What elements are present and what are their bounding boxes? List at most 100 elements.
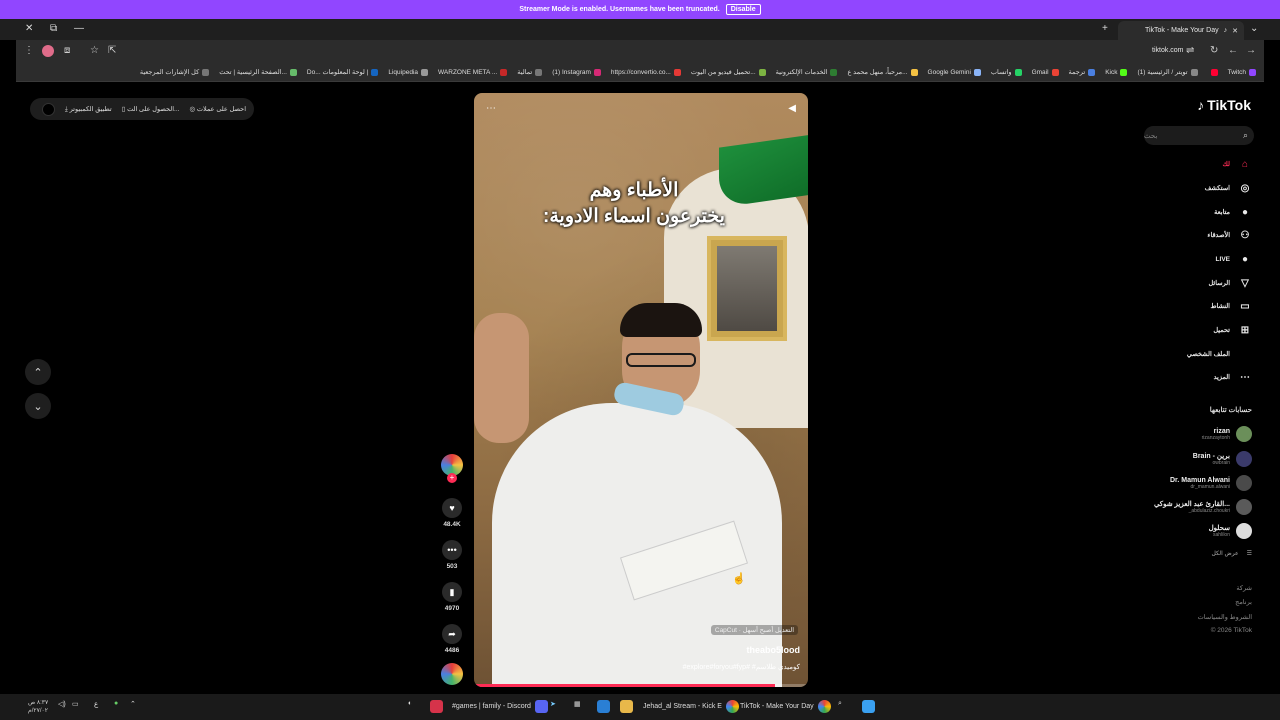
- chrome-icon: [725, 700, 739, 713]
- bookmark-item[interactable]: ترجمة: [1069, 68, 1096, 76]
- share-icon[interactable]: ⇱: [108, 45, 116, 56]
- comment-button[interactable]: ••• 503: [442, 540, 462, 570]
- sidebar-item-3[interactable]: الأصدقاء ⚇: [1207, 228, 1252, 242]
- telegram-icon[interactable]: ➤: [550, 700, 556, 708]
- pc-app-button[interactable]: ⤓ تطبيق الكمبيوتر: [65, 105, 112, 114]
- reload-icon[interactable]: ↻: [1210, 45, 1218, 56]
- bookmark-item[interactable]: Kick: [1105, 68, 1128, 76]
- share-button[interactable]: ➦ 4486: [442, 624, 462, 654]
- bookmark-item[interactable]: الصفحة الرئيسية | تحث...: [219, 68, 297, 76]
- bookmark-item[interactable]: (1) تويتر / الرئيسية: [1137, 68, 1198, 76]
- new-tab-icon[interactable]: +: [1102, 23, 1108, 34]
- address-bar[interactable]: tiktok.com: [1152, 47, 1184, 54]
- following-account[interactable]: القارئ عبد العزيز شوكي... _abdulaziz.chou…: [1154, 499, 1252, 515]
- capcut-badge[interactable]: CapCut · التعديل أصبح أسهل: [710, 625, 798, 635]
- mic-icon[interactable]: ●: [114, 700, 118, 707]
- close-tab-icon[interactable]: ✕: [1232, 27, 1238, 35]
- video-progress-bar[interactable]: [474, 684, 808, 687]
- footer-link[interactable]: © 2026 TikTok: [1211, 627, 1252, 634]
- taskbar-item-kick[interactable]: Jehad_al Stream - Kick E: [643, 700, 739, 713]
- bookmark-item[interactable]: كل الإشارات المرجعية: [140, 68, 210, 76]
- bookmark-item[interactable]: Google Gemini: [928, 68, 981, 76]
- previous-video-button[interactable]: ⌃: [25, 359, 51, 385]
- volume-icon[interactable]: ◁): [58, 700, 66, 708]
- folder-icon[interactable]: [620, 700, 633, 713]
- clock[interactable]: ٨:٣٧ ص ٢٧/٠٢/م: [28, 699, 48, 715]
- video-player[interactable]: الأطباء وهم يخترعون اسماء الادوية: ⋯ ◀ C…: [474, 93, 808, 687]
- more-options-icon[interactable]: ⋯: [486, 103, 496, 114]
- search-icon[interactable]: ⌕: [1243, 130, 1248, 141]
- like-button[interactable]: ♥ 48.4K: [442, 498, 462, 528]
- bookmark-favicon-icon: [1249, 68, 1256, 76]
- theme-toggle[interactable]: [41, 102, 55, 116]
- forward-icon[interactable]: ←: [1228, 45, 1238, 56]
- bookmark-item[interactable]: تحميل فيديو من اليوت...: [691, 68, 766, 76]
- footer-link[interactable]: شركة: [1236, 584, 1252, 592]
- restore-window-icon[interactable]: ⧉: [50, 23, 57, 34]
- video-author[interactable]: theabo5lood: [747, 645, 801, 655]
- sidebar-item-2[interactable]: متابعة ●: [1214, 205, 1252, 219]
- save-button[interactable]: ▮ 4970: [442, 582, 462, 612]
- bookmark-item[interactable]: تمالية: [517, 68, 543, 76]
- app-icon[interactable]: ◐: [408, 700, 412, 707]
- share-count: 4486: [444, 647, 460, 654]
- sidebar-item-7[interactable]: تحميل ⊞: [1213, 323, 1252, 337]
- menu-icon[interactable]: ⋮: [24, 45, 34, 56]
- bookmark-item[interactable]: واتساب: [991, 68, 1022, 76]
- follow-button[interactable]: +: [447, 473, 457, 483]
- music-disc-icon[interactable]: [441, 663, 463, 685]
- minimize-window-icon[interactable]: —: [74, 23, 84, 34]
- following-account[interactable]: سحلول sahlilon: [1209, 523, 1252, 539]
- sidebar-item-1[interactable]: استكشف ◎: [1205, 181, 1252, 195]
- bookmark-item[interactable]: https://convertio.co...: [611, 68, 681, 76]
- bookmark-item[interactable]: [1208, 68, 1218, 76]
- bookmark-item[interactable]: مرحباً، منهل محمد ع...: [847, 68, 918, 76]
- taskbar-item-tiktok[interactable]: TikTok - Make Your Day: [740, 700, 831, 713]
- disable-button[interactable]: Disable: [725, 4, 761, 15]
- bookmark-item[interactable]: Twitch: [1228, 68, 1256, 76]
- sidebar-item-0[interactable]: لك ⌂: [1223, 157, 1252, 171]
- start-icon[interactable]: [862, 700, 875, 713]
- bookmark-star-icon[interactable]: ☆: [90, 45, 99, 56]
- extensions-icon[interactable]: ⧈: [64, 45, 70, 56]
- app-icon[interactable]: ▦: [574, 700, 581, 708]
- sidebar-item-9[interactable]: المزيد ⋯: [1214, 370, 1252, 384]
- see-all-button[interactable]: عرض الكل ☰: [1211, 550, 1252, 557]
- sidebar-item-4[interactable]: LIVE ●: [1216, 252, 1252, 266]
- bookmark-item[interactable]: Liquipedia: [388, 68, 429, 76]
- footer-link[interactable]: الشروط والسياسات: [1198, 613, 1252, 621]
- search-icon[interactable]: ⌕: [838, 700, 842, 708]
- taskbar-item-discord[interactable]: #games | family - Discord: [452, 700, 548, 713]
- back-icon[interactable]: →: [1246, 45, 1256, 56]
- search-input[interactable]: بحث: [1144, 126, 1254, 145]
- profile-avatar-icon[interactable]: [42, 45, 54, 57]
- following-account[interactable]: rizan rizanzaytonh: [1202, 426, 1252, 442]
- language-icon[interactable]: ع: [94, 700, 98, 708]
- nav-icon: ⚇: [1240, 229, 1250, 241]
- bookmark-item[interactable]: الخدمات الإلكترونية: [776, 68, 838, 76]
- following-account[interactable]: Dr. Mamun Alwani dr_mamun.alwani: [1170, 475, 1252, 491]
- sidebar-item-8[interactable]: الملف الشخصي: [1187, 347, 1252, 361]
- bookmark-item[interactable]: Gmail: [1032, 68, 1059, 76]
- tray-chevron-icon[interactable]: ⌃: [130, 700, 136, 708]
- get-app-button[interactable]: ▯ الحصول على الت...: [122, 105, 180, 113]
- tiktok-logo[interactable]: ♪ TikTok: [1197, 97, 1251, 113]
- next-video-button[interactable]: ⌄: [25, 393, 51, 419]
- sidebar-item-5[interactable]: الرسائل ▽: [1208, 276, 1252, 290]
- video-description[interactable]: #explore#foryou#fyp# #كوميدي طلاسم: [683, 663, 800, 671]
- app-icon[interactable]: [597, 700, 610, 713]
- bookmark-item[interactable]: (1) Instagram: [552, 68, 601, 76]
- app-icon[interactable]: [430, 700, 443, 713]
- bookmark-item[interactable]: Do... لوحة المعلومات |: [307, 68, 379, 76]
- tab-search-icon[interactable]: ⌄: [1250, 23, 1258, 34]
- tab-tiktok[interactable]: ✕ ♪ TikTok - Make Your Day: [1118, 21, 1244, 40]
- volume-icon[interactable]: ◀: [788, 103, 796, 114]
- close-window-icon[interactable]: ✕: [25, 23, 33, 34]
- sidebar-item-6[interactable]: النشاط ▭: [1210, 299, 1252, 313]
- following-account[interactable]: Brain - برين owbrain: [1193, 451, 1252, 467]
- network-icon[interactable]: ▭: [72, 700, 79, 708]
- bookmark-item[interactable]: WARZONE META ...: [438, 68, 508, 76]
- footer-link[interactable]: برنامج: [1235, 598, 1252, 606]
- get-coins-button[interactable]: ◎ احصل على عملات: [189, 105, 246, 113]
- site-settings-icon[interactable]: ⇌: [1186, 45, 1194, 56]
